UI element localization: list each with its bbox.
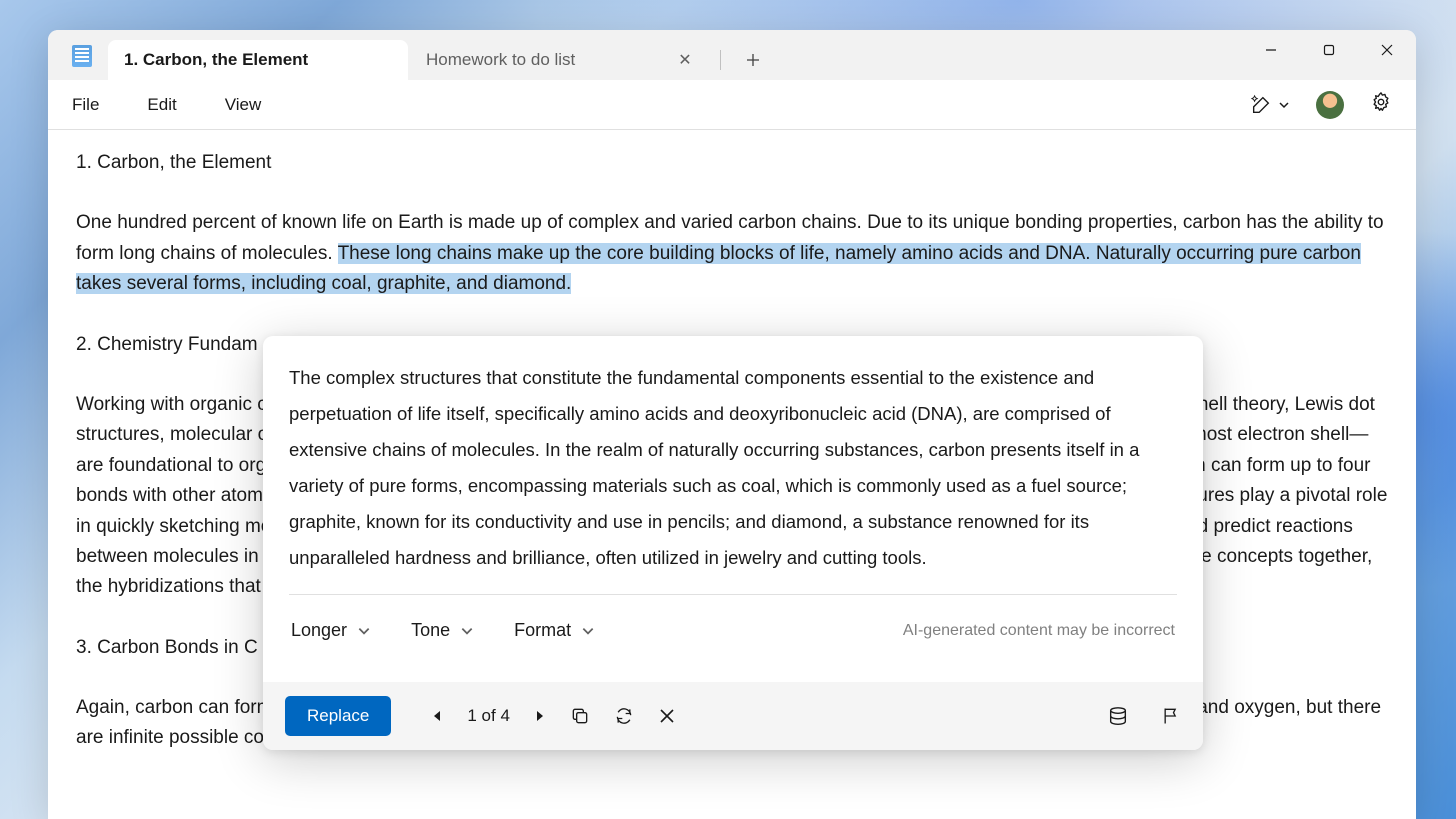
app-icon bbox=[70, 44, 94, 68]
rewrite-popup: The complex structures that constitute t… bbox=[263, 336, 1203, 750]
titlebar: 1. Carbon, the Element Homework to do li… bbox=[48, 30, 1416, 80]
gear-icon bbox=[1370, 91, 1392, 113]
maximize-icon bbox=[1323, 44, 1335, 56]
menu-view[interactable]: View bbox=[225, 95, 262, 115]
heading-1: 1. Carbon, the Element bbox=[76, 148, 1388, 178]
close-button[interactable] bbox=[1358, 30, 1416, 70]
maximize-button[interactable] bbox=[1300, 30, 1358, 70]
triangle-left-icon bbox=[431, 709, 443, 723]
close-icon[interactable]: ✕ bbox=[676, 51, 694, 69]
new-tab-button[interactable] bbox=[733, 40, 773, 80]
menubar-right bbox=[1250, 91, 1392, 119]
tab-active[interactable]: 1. Carbon, the Element bbox=[108, 40, 408, 80]
menu-edit[interactable]: Edit bbox=[147, 95, 176, 115]
user-avatar[interactable] bbox=[1316, 91, 1344, 119]
dismiss-button[interactable] bbox=[658, 707, 676, 725]
window-controls bbox=[1242, 30, 1416, 70]
tone-dropdown[interactable]: Tone bbox=[411, 613, 474, 648]
format-dropdown[interactable]: Format bbox=[514, 613, 595, 648]
page-indicator: 1 of 4 bbox=[467, 706, 510, 726]
refresh-icon bbox=[614, 706, 634, 726]
chevron-down-icon bbox=[357, 624, 371, 638]
minimize-button[interactable] bbox=[1242, 30, 1300, 70]
triangle-right-icon bbox=[534, 709, 546, 723]
chevron-down-icon bbox=[581, 624, 595, 638]
close-icon bbox=[1381, 44, 1393, 56]
copy-button[interactable] bbox=[570, 706, 590, 726]
chevron-down-icon bbox=[1278, 99, 1290, 111]
plus-icon bbox=[745, 52, 761, 68]
prev-button[interactable] bbox=[431, 709, 443, 723]
chevron-down-icon bbox=[460, 624, 474, 638]
footer-right bbox=[1107, 705, 1181, 727]
tab-label: Homework to do list bbox=[426, 50, 575, 70]
stack-icon bbox=[1107, 705, 1129, 727]
sparkle-pen-icon bbox=[1250, 94, 1272, 116]
settings-button[interactable] bbox=[1370, 91, 1392, 118]
flag-icon bbox=[1161, 705, 1181, 727]
tab-inactive[interactable]: Homework to do list ✕ bbox=[410, 40, 710, 80]
ai-rewrite-button[interactable] bbox=[1250, 94, 1290, 116]
rewrite-options: Longer Tone Format AI-generated content … bbox=[289, 595, 1177, 666]
popup-body: The complex structures that constitute t… bbox=[263, 336, 1203, 682]
menubar: File Edit View bbox=[48, 80, 1416, 130]
tab-label: 1. Carbon, the Element bbox=[124, 50, 308, 70]
ai-disclaimer: AI-generated content may be incorrect bbox=[903, 615, 1175, 646]
notepad-icon bbox=[72, 45, 92, 67]
tab-divider bbox=[720, 50, 721, 70]
replace-button[interactable]: Replace bbox=[285, 696, 391, 736]
history-button[interactable] bbox=[1107, 705, 1129, 727]
nav-group: 1 of 4 bbox=[431, 706, 676, 726]
longer-dropdown[interactable]: Longer bbox=[291, 613, 371, 648]
close-icon bbox=[658, 707, 676, 725]
report-button[interactable] bbox=[1161, 705, 1181, 727]
avatar-image bbox=[1316, 91, 1344, 119]
suggestion-text: The complex structures that constitute t… bbox=[289, 360, 1177, 576]
popup-footer: Replace 1 of 4 bbox=[263, 682, 1203, 750]
tab-strip: 1. Carbon, the Element Homework to do li… bbox=[108, 30, 773, 80]
menu-file[interactable]: File bbox=[72, 95, 99, 115]
minimize-icon bbox=[1265, 44, 1277, 56]
next-button[interactable] bbox=[534, 709, 546, 723]
paragraph: One hundred percent of known life on Ear… bbox=[76, 208, 1388, 299]
regenerate-button[interactable] bbox=[614, 706, 634, 726]
copy-icon bbox=[570, 706, 590, 726]
